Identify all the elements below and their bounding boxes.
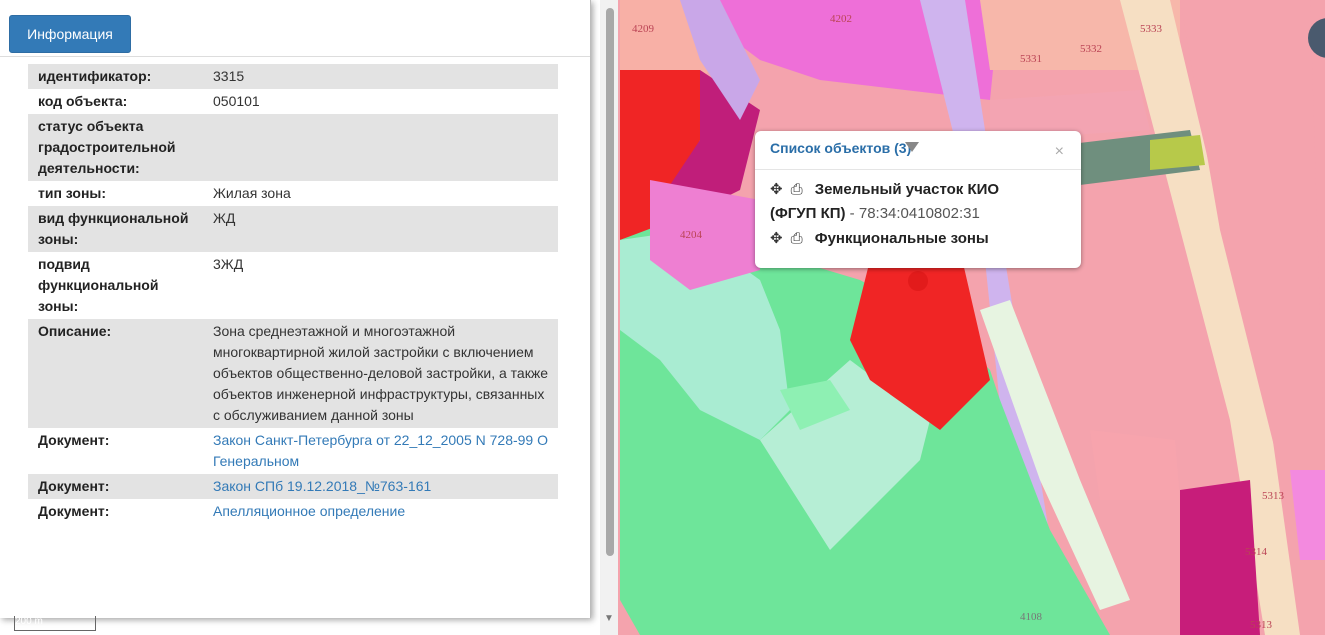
scale-bar: 200 m	[14, 616, 96, 631]
document-link[interactable]: Апелляционное определение	[203, 499, 558, 524]
svg-text:4202: 4202	[830, 13, 852, 25]
info-key: идентификатор:	[28, 64, 203, 89]
popup-item-name2[interactable]: (ФГУП КП)	[770, 205, 846, 222]
info-row: Документ: Апелляционное определение	[28, 499, 558, 524]
info-panel: Информация идентификатор: 3315 код объекта…	[0, 0, 591, 618]
popup-item-cadastral: - 78:34:0410802:31	[845, 205, 980, 222]
info-key: подвид функциональной зоны:	[38, 256, 159, 314]
svg-text:5332: 5332	[1080, 43, 1102, 55]
info-row: подвид функциональной зоны: 3ЖД	[28, 252, 558, 319]
tab-divider	[0, 56, 590, 57]
svg-text:5331: 5331	[1020, 53, 1042, 65]
info-value: 3315	[203, 64, 558, 89]
info-key: код объекта:	[38, 93, 128, 109]
document-link-text[interactable]: Апелляционное определение	[213, 503, 405, 519]
info-row: Описание: Зона среднеэтажной и многоэтажн…	[28, 319, 558, 428]
info-row: Документ: Закон Санкт-Петербурга от 22_12…	[28, 428, 558, 474]
scrollbar-thumb[interactable]	[606, 8, 614, 556]
info-key: тип зоны:	[38, 185, 107, 201]
popup-pointer	[905, 142, 919, 152]
close-icon[interactable]: ×	[1055, 143, 1064, 161]
document-link-text[interactable]: Закон Санкт-Петербурга от 22_12_2005 N 7…	[213, 432, 548, 469]
svg-text:5313: 5313	[1262, 490, 1285, 502]
document-link-text[interactable]: Закон СПб 19.12.2018_№763-161	[213, 478, 431, 494]
print-icon[interactable]: ⎙	[791, 181, 803, 198]
svg-text:4204: 4204	[680, 229, 703, 241]
popup-item-name[interactable]: Земельный участок КИО	[815, 181, 999, 198]
info-value: ЖД	[203, 206, 558, 252]
popup-item-land-plot-cont[interactable]: (ФГУП КП) - 78:34:0410802:31	[770, 205, 980, 222]
more-icon[interactable]: ⋮	[1318, 21, 1325, 39]
info-row: идентификатор: 3315	[28, 64, 558, 89]
popup-divider	[755, 169, 1081, 170]
info-value: 050101	[213, 93, 260, 109]
print-icon[interactable]: ⎙	[791, 230, 803, 247]
svg-text:5313: 5313	[1250, 619, 1273, 631]
info-key: Документ:	[38, 503, 110, 519]
info-row: вид функциональной зоны: ЖД	[28, 206, 558, 252]
info-key: Документ:	[38, 432, 110, 448]
info-value: Жилая зона	[213, 185, 291, 201]
info-row: Документ: Закон СПб 19.12.2018_№763-161	[28, 474, 558, 499]
move-icon[interactable]: ✥	[770, 181, 783, 198]
svg-text:5333: 5333	[1140, 23, 1163, 35]
info-row: код объекта: 050101	[28, 89, 558, 114]
info-key: вид функциональной зоны:	[28, 206, 203, 252]
popup-title[interactable]: Список объектов (3)	[770, 140, 911, 156]
info-value: Зона среднеэтажной и многоэтажной многок…	[203, 319, 558, 428]
info-row: тип зоны: Жилая зона	[28, 181, 558, 206]
info-key: статус объекта градостроительной деятель…	[28, 114, 203, 181]
svg-text:4209: 4209	[632, 23, 655, 35]
document-link[interactable]: Закон СПб 19.12.2018_№763-161	[203, 474, 558, 499]
info-value	[203, 114, 558, 181]
info-value: 3ЖД	[213, 256, 244, 272]
document-link[interactable]: Закон Санкт-Петербурга от 22_12_2005 N 7…	[203, 428, 558, 474]
popup-item-land-plot[interactable]: ✥ ⎙ Земельный участок КИО	[770, 180, 999, 198]
info-key: Описание:	[28, 319, 203, 428]
scroll-down-arrow-icon[interactable]: ▼	[602, 612, 616, 626]
info-row: статус объекта градостроительной деятель…	[28, 114, 558, 181]
svg-text:4108: 4108	[1020, 611, 1043, 623]
move-icon[interactable]: ✥	[770, 230, 783, 247]
svg-text:5314: 5314	[1245, 546, 1268, 558]
popup-item-zones[interactable]: ✥ ⎙ Функциональные зоны	[770, 229, 989, 247]
info-key: Документ:	[28, 474, 203, 499]
popup-item-name[interactable]: Функциональные зоны	[815, 230, 989, 247]
tab-information[interactable]: Информация	[9, 15, 131, 53]
info-table: идентификатор: 3315 код объекта: 050101 стат…	[28, 64, 558, 524]
